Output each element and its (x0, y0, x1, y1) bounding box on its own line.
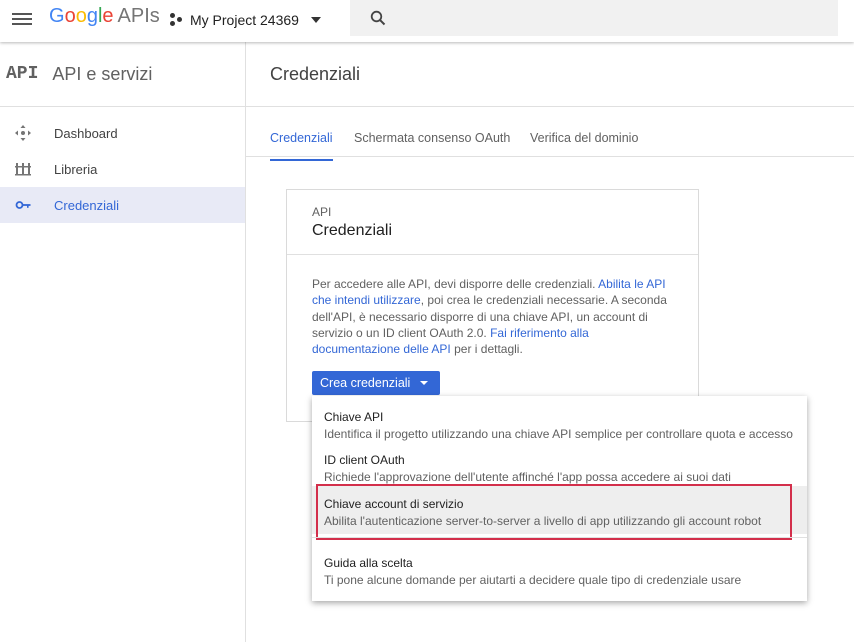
create-credentials-label: Crea credenziali (320, 376, 411, 390)
library-icon (13, 159, 33, 179)
menu-item-guida-alla-scelta[interactable]: Guida alla scelta Ti pone alcune domande… (312, 546, 807, 592)
logo-apis-text: APIs (117, 5, 160, 27)
sidebar-item-credenziali[interactable]: Credenziali (0, 187, 245, 223)
tab-verifica-dominio[interactable]: Verifica del dominio (530, 131, 638, 145)
tab-credenziali[interactable]: Credenziali (270, 131, 333, 161)
menu-item-description: Identifica il progetto utilizzando una c… (324, 427, 793, 441)
create-credentials-menu: Chiave API Identifica il progetto utiliz… (312, 396, 807, 601)
project-selector[interactable]: My Project 24369 (170, 9, 321, 31)
tab-bar: Credenziali Schermata consenso OAuth Ver… (246, 107, 854, 161)
sidebar-item-dashboard[interactable]: Dashboard (0, 115, 245, 151)
page-title: Credenziali (270, 64, 361, 84)
menu-item-description: Ti pone alcune domande per aiutarti a de… (324, 573, 742, 587)
sidebar-header: API API e servizi (0, 42, 245, 107)
key-icon (13, 195, 33, 215)
sidebar-item-label: Dashboard (54, 125, 118, 141)
sidebar-item-label: Credenziali (54, 197, 120, 213)
page-header: Credenziali (246, 42, 854, 107)
top-bar: Google APIs My Project 24369 (0, 0, 854, 42)
sidebar-item-libreria[interactable]: Libreria (0, 151, 245, 187)
description-text: per i dettagli. (450, 342, 523, 357)
menu-item-id-client-oauth[interactable]: ID client OAuth Richiede l'approvazione … (312, 440, 807, 484)
create-credentials-button[interactable]: Crea credenziali (312, 371, 441, 395)
project-name: My Project 24369 (190, 12, 299, 28)
menu-item-description: Abilita l'autenticazione server-to-serve… (324, 514, 762, 528)
menu-item-label: Guida alla scelta (324, 556, 413, 570)
credentials-card: API Credenziali Per accedere alle API, d… (286, 189, 699, 422)
menu-item-description: Richiede l'approvazione dell'utente affi… (324, 470, 731, 484)
menu-item-chiave-api[interactable]: Chiave API Identifica il progetto utiliz… (312, 396, 807, 441)
menu-item-label: ID client OAuth (324, 453, 405, 467)
menu-divider (312, 537, 807, 538)
card-title: Credenziali (312, 222, 393, 239)
sidebar-title: API e servizi (52, 63, 153, 84)
card-subtitle: API (312, 205, 332, 219)
menu-item-label: Chiave API (324, 410, 384, 424)
menu-item-label: Chiave account di servizio (324, 497, 464, 511)
card-description: Per accedere alle API, devi disporre del… (312, 276, 677, 357)
description-text: Per accedere alle API, devi disporre del… (312, 277, 599, 291)
menu-item-chiave-account-servizio[interactable]: Chiave account di servizio Abilita l'aut… (312, 486, 807, 534)
menu-icon[interactable] (12, 10, 32, 30)
tab-schermata-consenso-oauth[interactable]: Schermata consenso OAuth (354, 131, 510, 145)
dashboard-icon (13, 123, 33, 143)
google-apis-logo[interactable]: Google APIs (49, 5, 160, 28)
chevron-down-icon (310, 17, 321, 23)
sidebar-item-label: Libreria (54, 161, 98, 177)
card-header: API Credenziali (287, 190, 698, 255)
search-icon (370, 10, 386, 31)
sidebar: API API e servizi Dashboard Libreria Cre… (0, 42, 246, 642)
chevron-down-icon (420, 381, 429, 385)
project-icon (170, 13, 184, 27)
search-bar[interactable] (350, 0, 838, 36)
api-logo: API (6, 64, 39, 84)
